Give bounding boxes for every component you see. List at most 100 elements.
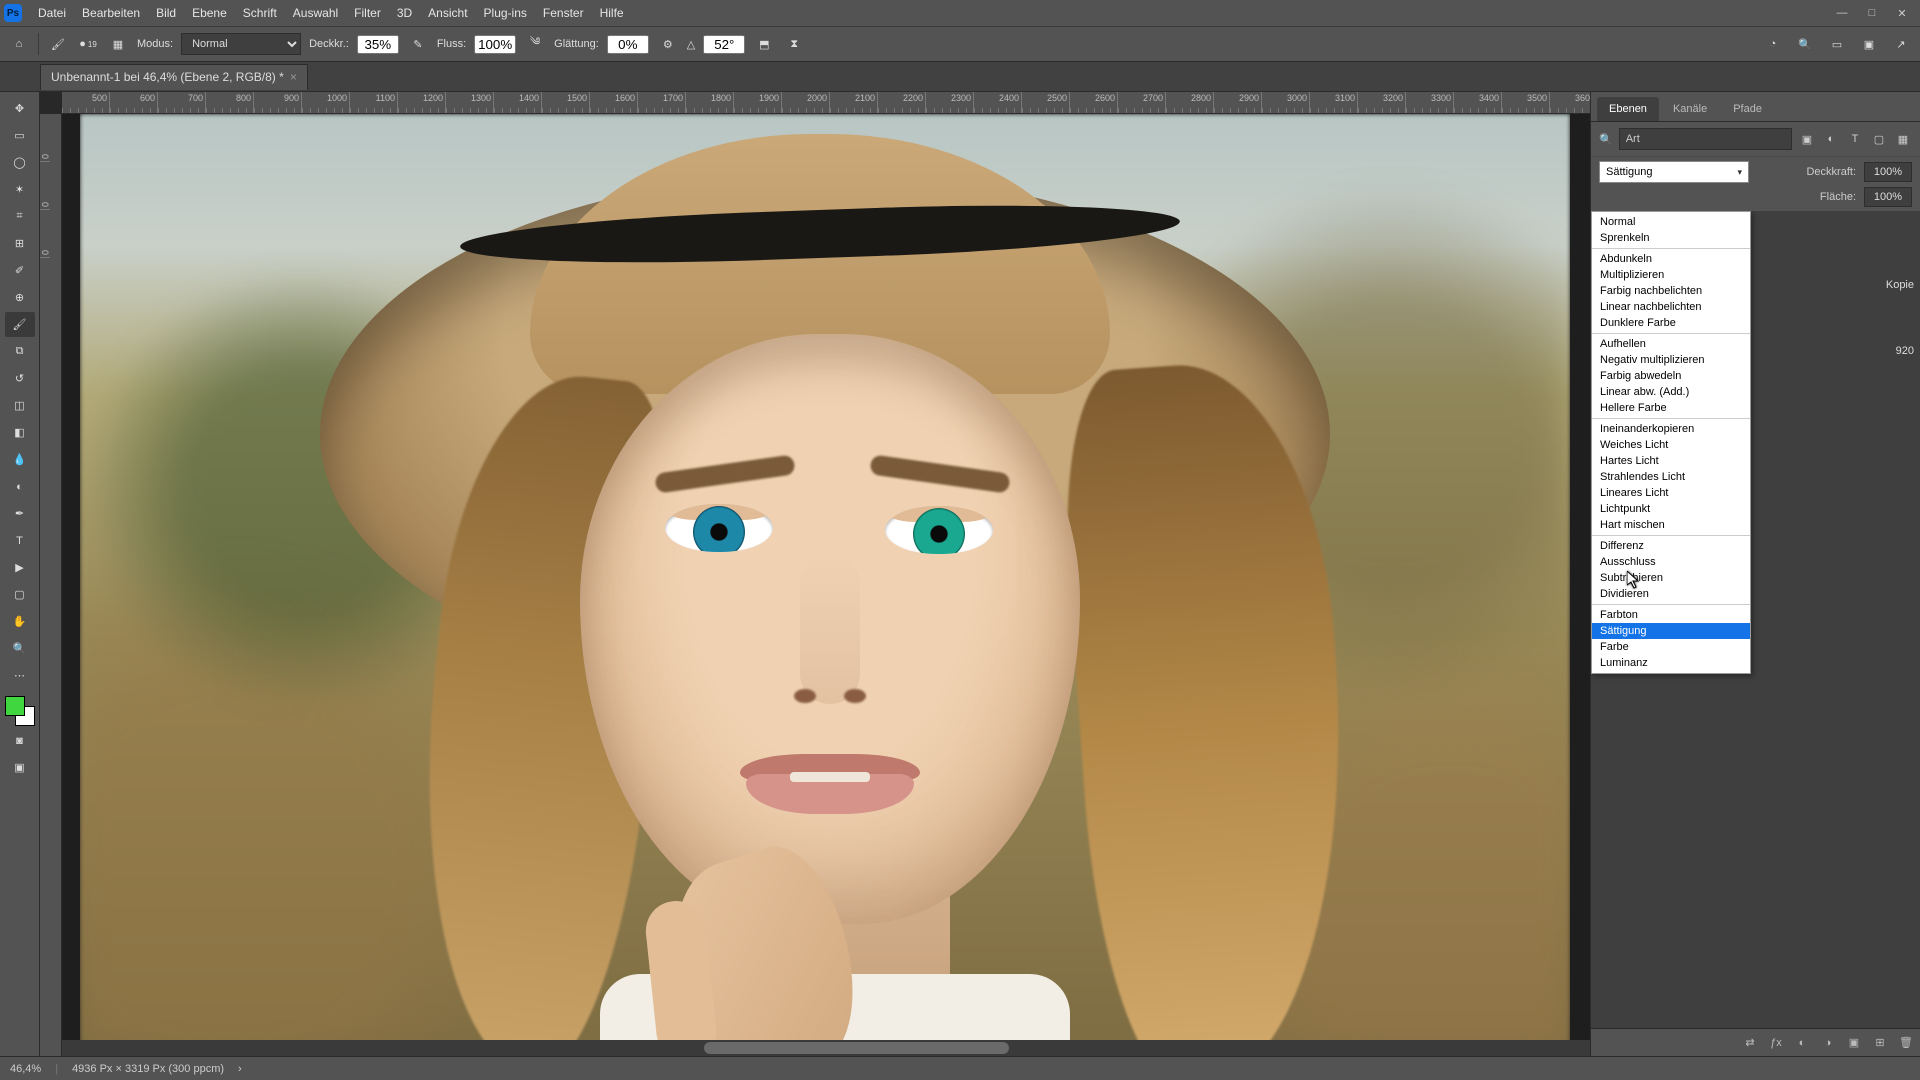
- vertical-ruler[interactable]: 0 0 0: [40, 114, 62, 1056]
- gradient-tool[interactable]: ◧: [5, 420, 35, 445]
- layer-fill-input[interactable]: [1864, 187, 1912, 207]
- airbrush-icon[interactable]: ༄: [524, 33, 546, 55]
- layer-mask-icon[interactable]: ◐: [1794, 1037, 1810, 1049]
- blend-mode-option[interactable]: Lichtpunkt: [1592, 501, 1750, 517]
- blend-mode-option[interactable]: Differenz: [1592, 538, 1750, 554]
- quick-select-tool[interactable]: ✶: [5, 177, 35, 202]
- brush-panel-toggle[interactable]: ▦: [107, 33, 129, 55]
- blend-mode-option[interactable]: Hartes Licht: [1592, 453, 1750, 469]
- crop-tool[interactable]: ⌗: [5, 204, 35, 229]
- blend-mode-option[interactable]: Farbig nachbelichten: [1592, 283, 1750, 299]
- menu-help[interactable]: Hilfe: [592, 0, 632, 26]
- blend-mode-dropdown[interactable]: NormalSprenkelnAbdunkelnMultiplizierenFa…: [1591, 211, 1751, 674]
- search-icon[interactable]: 🔍: [1794, 33, 1816, 55]
- blend-mode-option[interactable]: Linear abw. (Add.): [1592, 384, 1750, 400]
- blend-mode-option[interactable]: Ausschluss: [1592, 554, 1750, 570]
- blend-mode-option[interactable]: Dunklere Farbe: [1592, 315, 1750, 331]
- scrollbar-thumb[interactable]: [704, 1042, 1010, 1054]
- eraser-tool[interactable]: ◫: [5, 393, 35, 418]
- move-tool[interactable]: ✥: [5, 96, 35, 121]
- menu-type[interactable]: Schrift: [235, 0, 285, 26]
- blend-mode-option[interactable]: Aufhellen: [1592, 336, 1750, 352]
- menu-edit[interactable]: Bearbeiten: [74, 0, 148, 26]
- tab-channels[interactable]: Kanäle: [1661, 97, 1719, 121]
- share-icon[interactable]: ↗: [1890, 33, 1912, 55]
- blend-mode-option[interactable]: Multiplizieren: [1592, 267, 1750, 283]
- arrange-icon[interactable]: ▭: [1826, 33, 1848, 55]
- filter-smart-icon[interactable]: ▦: [1894, 130, 1912, 148]
- horizontal-ruler[interactable]: 5006007008009001000110012001300140015001…: [62, 92, 1590, 114]
- zoom-tool[interactable]: 🔍: [5, 636, 35, 661]
- blend-mode-option[interactable]: Ineinanderkopieren: [1592, 421, 1750, 437]
- color-swatch[interactable]: [5, 696, 35, 726]
- zoom-level[interactable]: 46,4%: [10, 1063, 41, 1075]
- blend-mode-option[interactable]: Farbig abwedeln: [1592, 368, 1750, 384]
- edit-toolbar[interactable]: ⋯: [5, 663, 35, 688]
- window-maximize[interactable]: □: [1858, 3, 1886, 23]
- layer-blend-mode-combo[interactable]: Sättigung ▾: [1599, 161, 1749, 183]
- opacity-input[interactable]: [357, 35, 399, 54]
- hand-tool[interactable]: ✋: [5, 609, 35, 634]
- cloud-docs-icon[interactable]: ◔: [1762, 33, 1784, 55]
- menu-select[interactable]: Auswahl: [285, 0, 346, 26]
- home-icon[interactable]: ⌂: [8, 33, 30, 55]
- dodge-tool[interactable]: ◐: [5, 474, 35, 499]
- layer-filter-input[interactable]: [1619, 128, 1792, 150]
- window-minimize[interactable]: —: [1828, 3, 1856, 23]
- lasso-tool[interactable]: ◯: [5, 150, 35, 175]
- blend-mode-option[interactable]: Sprenkeln: [1592, 230, 1750, 246]
- horizontal-scrollbar[interactable]: [62, 1040, 1590, 1056]
- pressure-size-icon[interactable]: ⬒: [753, 33, 775, 55]
- frame-tool[interactable]: ⊞: [5, 231, 35, 256]
- smoothing-input[interactable]: [607, 35, 649, 54]
- new-layer-icon[interactable]: ⊞: [1872, 1036, 1888, 1049]
- tab-paths[interactable]: Pfade: [1721, 97, 1774, 121]
- document-tab[interactable]: Unbenannt-1 bei 46,4% (Ebene 2, RGB/8) *…: [40, 64, 308, 90]
- marquee-tool[interactable]: ▭: [5, 123, 35, 148]
- blend-mode-option[interactable]: Abdunkeln: [1592, 251, 1750, 267]
- blend-mode-option[interactable]: Farbe: [1592, 639, 1750, 655]
- stamp-tool[interactable]: ⧉: [5, 339, 35, 364]
- flow-input[interactable]: [474, 35, 516, 54]
- angle-input[interactable]: [703, 35, 745, 54]
- blend-mode-option[interactable]: Subtrahieren: [1592, 570, 1750, 586]
- opacity-pressure-icon[interactable]: ✎: [407, 33, 429, 55]
- document-canvas[interactable]: [62, 114, 1590, 1056]
- menu-file[interactable]: Datei: [30, 0, 74, 26]
- adjustment-layer-icon[interactable]: ◑: [1820, 1037, 1836, 1049]
- layer-fx-icon[interactable]: ƒx: [1768, 1037, 1784, 1049]
- blend-mode-option[interactable]: Farbton: [1592, 607, 1750, 623]
- menu-window[interactable]: Fenster: [535, 0, 592, 26]
- brush-tool[interactable]: 🖌: [5, 312, 35, 337]
- document-info[interactable]: 4936 Px × 3319 Px (300 ppcm): [72, 1063, 224, 1075]
- blend-mode-option[interactable]: Linear nachbelichten: [1592, 299, 1750, 315]
- blend-mode-option[interactable]: Negativ multiplizieren: [1592, 352, 1750, 368]
- window-close[interactable]: ✕: [1888, 3, 1916, 23]
- menu-filter[interactable]: Filter: [346, 0, 389, 26]
- path-select-tool[interactable]: ▶: [5, 555, 35, 580]
- eyedropper-tool[interactable]: ✐: [5, 258, 35, 283]
- shape-tool[interactable]: ▢: [5, 582, 35, 607]
- filter-adjust-icon[interactable]: ◐: [1822, 130, 1840, 148]
- blend-mode-option[interactable]: Luminanz: [1592, 655, 1750, 671]
- blend-mode-option[interactable]: Strahlendes Licht: [1592, 469, 1750, 485]
- menu-image[interactable]: Bild: [148, 0, 184, 26]
- group-icon[interactable]: ▣: [1846, 1036, 1862, 1049]
- blend-mode-option[interactable]: Hellere Farbe: [1592, 400, 1750, 416]
- blend-mode-option[interactable]: Hart mischen: [1592, 517, 1750, 533]
- chevron-right-icon[interactable]: ›: [238, 1063, 242, 1075]
- workspace-icon[interactable]: ▣: [1858, 33, 1880, 55]
- type-tool[interactable]: T: [5, 528, 35, 553]
- filter-type-icon[interactable]: T: [1846, 130, 1864, 148]
- blend-mode-option[interactable]: Weiches Licht: [1592, 437, 1750, 453]
- blend-mode-option[interactable]: Dividieren: [1592, 586, 1750, 602]
- filter-shape-icon[interactable]: ▢: [1870, 130, 1888, 148]
- blend-mode-select[interactable]: Normal: [181, 33, 301, 55]
- blend-mode-option[interactable]: Lineares Licht: [1592, 485, 1750, 501]
- blend-mode-option[interactable]: Normal: [1592, 214, 1750, 230]
- pen-tool[interactable]: ✒: [5, 501, 35, 526]
- filter-pixel-icon[interactable]: ▣: [1798, 130, 1816, 148]
- brush-tool-icon[interactable]: 🖌: [47, 33, 69, 55]
- brush-preset-picker[interactable]: ●19: [77, 33, 99, 55]
- healing-tool[interactable]: ⊕: [5, 285, 35, 310]
